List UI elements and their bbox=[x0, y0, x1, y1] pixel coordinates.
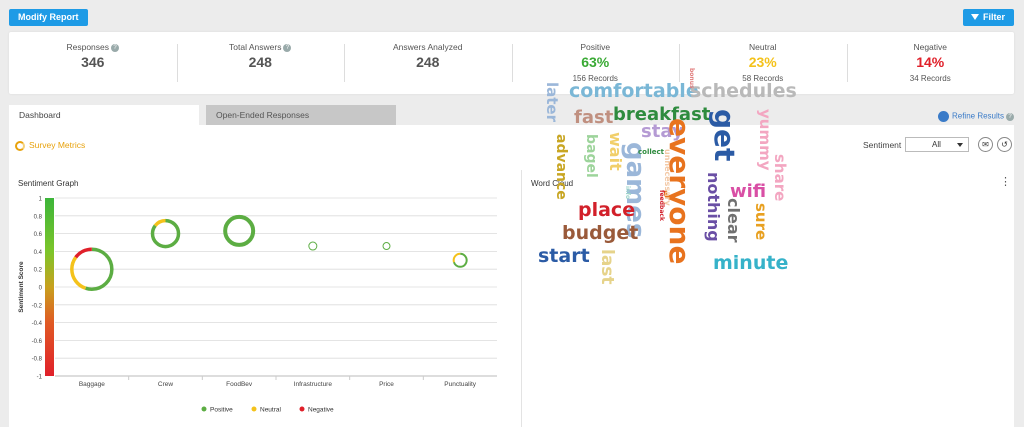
y-tick-label: -0.6 bbox=[32, 339, 43, 345]
word-cloud-word[interactable]: clear bbox=[724, 198, 743, 243]
stat-value: 248 bbox=[416, 54, 440, 70]
legend-dot-positive bbox=[201, 406, 207, 412]
stat-negative: Negative 14% 34 Records bbox=[846, 32, 1015, 94]
stat-label: Positive bbox=[580, 42, 611, 52]
panel-divider bbox=[521, 170, 522, 427]
stat-answers-analyzed: Answers Analyzed 248 bbox=[344, 32, 512, 94]
word-cloud-word[interactable]: collect bbox=[638, 149, 664, 156]
stat-responses: Responses? 346 bbox=[9, 32, 177, 94]
survey-metrics-label: Survey Metrics bbox=[29, 140, 86, 150]
stat-value: 23% bbox=[748, 54, 777, 70]
help-icon[interactable]: ? bbox=[111, 43, 120, 52]
word-cloud-word[interactable]: feedback bbox=[658, 190, 665, 221]
legend-label-neutral: Neutral bbox=[260, 407, 282, 414]
y-tick-label: -0.8 bbox=[32, 357, 43, 363]
history-icon[interactable]: ↺ bbox=[997, 137, 1012, 152]
word-cloud-word[interactable]: info bbox=[624, 186, 631, 199]
bubble-segment-positive bbox=[382, 242, 391, 251]
y-tick-label: 0.2 bbox=[34, 268, 43, 274]
tab-open-ended-responses[interactable]: Open-Ended Responses bbox=[206, 105, 396, 125]
stat-value: 248 bbox=[248, 54, 272, 70]
y-tick-label: 0 bbox=[39, 286, 43, 292]
word-cloud-word[interactable]: minute bbox=[713, 254, 788, 273]
y-tick-label: 0.4 bbox=[34, 250, 43, 256]
sentiment-select[interactable]: All bbox=[905, 137, 969, 152]
word-cloud-word[interactable]: nothing bbox=[704, 172, 723, 242]
word-cloud-word[interactable]: advance bbox=[553, 134, 569, 200]
dashboard-panel: Survey Metrics Sentiment All ✉ ↺ Sentime… bbox=[9, 68, 1014, 427]
word-cloud-word[interactable]: yummy bbox=[756, 109, 774, 171]
help-icon[interactable]: ? bbox=[1006, 112, 1014, 121]
stat-label: Answers Analyzed bbox=[393, 42, 463, 52]
stat-label: Responses bbox=[66, 42, 110, 52]
x-tick-label: Infrastructure bbox=[294, 381, 333, 388]
help-icon[interactable]: ? bbox=[283, 43, 292, 52]
x-tick-label: Punctuality bbox=[444, 381, 477, 388]
word-cloud-word[interactable]: comfortable bbox=[569, 82, 699, 101]
stat-value: 63% bbox=[581, 54, 610, 70]
word-cloud-word[interactable]: fast bbox=[574, 109, 613, 127]
metrics-icon bbox=[15, 140, 25, 151]
survey-metrics-link[interactable]: Survey Metrics bbox=[15, 140, 85, 151]
stat-value: 14% bbox=[916, 54, 945, 70]
word-cloud-word[interactable]: bagel bbox=[583, 134, 599, 178]
x-tick-label: Baggage bbox=[79, 381, 105, 388]
legend-label-negative: Negative bbox=[308, 407, 334, 414]
bubble-segment-positive bbox=[223, 214, 256, 247]
refine-results-link[interactable]: Refine Results? bbox=[937, 111, 1014, 122]
y-tick-label: 1 bbox=[39, 197, 43, 203]
word-cloud-word[interactable]: bonus bbox=[688, 68, 695, 89]
legend-dot-neutral bbox=[251, 406, 257, 412]
y-tick-label: -0.4 bbox=[32, 321, 43, 327]
x-tick-label: Price bbox=[379, 381, 394, 388]
globe-icon bbox=[937, 111, 949, 122]
word-cloud-word[interactable]: start bbox=[538, 247, 590, 266]
filter-label: Filter bbox=[982, 12, 1005, 22]
mail-icon[interactable]: ✉ bbox=[978, 137, 993, 152]
word-cloud-word[interactable]: budget bbox=[562, 224, 638, 243]
word-cloud-word[interactable]: later bbox=[543, 82, 561, 122]
stat-label: Total Answers bbox=[229, 42, 282, 52]
word-cloud-word[interactable]: last bbox=[597, 249, 617, 285]
stats-bar: Responses? 346 Total Answers? 248 Answer… bbox=[9, 32, 1014, 94]
filter-icon bbox=[970, 14, 979, 20]
x-tick-label: Crew bbox=[158, 381, 173, 388]
word-cloud-word[interactable]: get bbox=[708, 109, 741, 161]
sentiment-graph: 1 0.8 0.6 0.4 0.2 0 -0.2 -0.4 -0.6 -0.8 -1 Sentimen… bbox=[18, 197, 497, 414]
legend-label-positive: Positive bbox=[210, 407, 233, 414]
stat-label: Negative bbox=[913, 42, 948, 52]
stat-label: Neutral bbox=[749, 42, 777, 52]
word-cloud-word[interactable]: sure bbox=[752, 203, 770, 240]
word-cloud-word[interactable]: share bbox=[771, 154, 789, 201]
stat-value: 346 bbox=[81, 54, 105, 70]
filter-button[interactable]: Filter bbox=[962, 9, 1014, 26]
modify-report-button[interactable]: Modify Report bbox=[9, 9, 88, 26]
x-tick-label: FoodBev bbox=[226, 381, 253, 388]
bubble-segment-positive bbox=[308, 241, 318, 251]
y-tick-label: -1 bbox=[37, 375, 43, 381]
y-axis-label: Sentiment Score bbox=[18, 261, 25, 313]
y-tick-label: 0.6 bbox=[34, 232, 43, 238]
stat-records: 34 Records bbox=[909, 74, 951, 83]
stat-total-answers: Total Answers? 248 bbox=[176, 32, 345, 94]
refine-results-label: Refine Results bbox=[951, 111, 1004, 121]
y-tick-label: -0.2 bbox=[32, 303, 43, 309]
sentiment-gradient-bar bbox=[45, 198, 54, 376]
word-cloud-word[interactable]: place bbox=[578, 201, 635, 220]
legend-dot-negative bbox=[299, 406, 305, 412]
more-vert-icon[interactable]: ⋮ bbox=[1000, 177, 1011, 188]
word-cloud-word[interactable]: schedules bbox=[690, 82, 797, 101]
tab-dashboard[interactable]: Dashboard bbox=[9, 105, 199, 125]
sentiment-label: Sentiment bbox=[863, 140, 902, 150]
y-tick-label: 0.8 bbox=[34, 214, 43, 220]
